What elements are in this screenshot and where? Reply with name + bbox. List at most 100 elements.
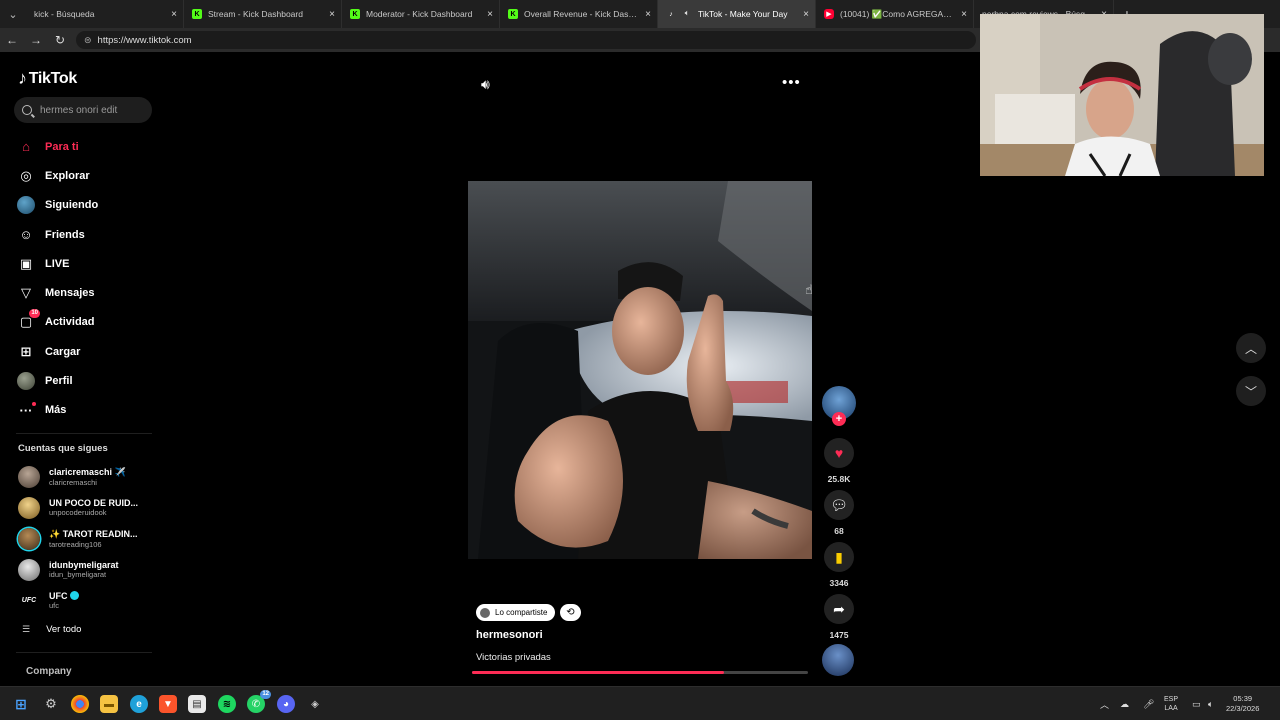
app-icon[interactable]: ◈ <box>306 695 324 713</box>
live-icon: ▣ <box>19 255 33 271</box>
previous-video-button[interactable]: ︿ <box>1236 333 1266 363</box>
tiktok-logo[interactable]: ♪ TikTok <box>18 68 77 89</box>
shared-pill[interactable]: Lo compartiste <box>476 604 556 621</box>
tiktok-note-icon: ♪ <box>18 68 27 88</box>
account-name-text: UFC <box>49 591 68 601</box>
close-tab-icon[interactable]: × <box>645 9 651 20</box>
music-disc-icon[interactable] <box>822 644 854 676</box>
tray-overflow-icon[interactable]: ︿ <box>1100 687 1109 720</box>
share-button[interactable]: ➦ 1475 <box>822 594 856 640</box>
logo-text: TikTok <box>28 69 78 87</box>
tab-title: Stream - Kick Dashboard <box>208 9 303 19</box>
store-icon[interactable]: ▤ <box>188 695 206 713</box>
following-account[interactable]: UFC UFC ufc <box>18 585 158 616</box>
repost-icon[interactable]: ⟲ <box>560 604 581 621</box>
volume-icon[interactable]: 🔈︎ <box>1208 687 1213 720</box>
home-icon: ⌂ <box>22 139 30 155</box>
following-account[interactable]: UN POCO DE RUID... unpocoderuidook <box>18 492 158 523</box>
divider <box>16 652 152 653</box>
save-button[interactable]: ▮ 3346 <box>822 542 856 588</box>
activity-badge: 10 <box>29 309 40 319</box>
network-icon[interactable]: ▭ <box>1192 687 1201 720</box>
browser-tab[interactable]: kick - Búsqueda × <box>26 0 184 28</box>
language-code: ESP <box>1164 696 1179 703</box>
clock[interactable]: 05:39 22/3/2026 <box>1226 694 1259 714</box>
nav-item-cargar[interactable]: ⊞ Cargar <box>16 337 156 366</box>
follow-plus-icon[interactable]: + <box>832 412 846 426</box>
nav-item-actividad[interactable]: ▢ 10 Actividad <box>16 308 156 337</box>
next-video-button[interactable]: ﹀ <box>1236 376 1266 406</box>
video-frame-image <box>468 181 812 559</box>
close-tab-icon[interactable]: × <box>803 9 809 20</box>
account-username: unpocoderuidook <box>49 508 107 517</box>
more-options-icon[interactable]: ••• <box>782 74 801 91</box>
nav-item-para-ti[interactable]: ⌂ Para ti <box>16 132 156 161</box>
save-count: 3346 <box>829 578 849 588</box>
see-all-link[interactable]: ☰ Ver todo <box>22 624 81 635</box>
spotify-icon[interactable]: ≋ <box>218 695 236 713</box>
nav-label: Explorar <box>45 169 90 182</box>
video-progress-bar[interactable] <box>472 671 808 674</box>
nav-label: Perfil <box>45 375 73 388</box>
chrome-icon[interactable] <box>71 695 89 713</box>
chevron-up-icon: ︿ <box>1244 341 1257 356</box>
nav-item-perfil[interactable]: Perfil <box>16 366 156 395</box>
comment-button[interactable]: 💬︎ 68 <box>822 490 856 536</box>
close-tab-icon[interactable]: × <box>171 9 177 20</box>
tab-list-menu-button[interactable]: ⌄ <box>0 0 26 28</box>
forward-button[interactable]: → <box>24 33 48 47</box>
speaker-icon[interactable]: 🔈︎ <box>682 9 692 19</box>
nav-item-live[interactable]: ▣ LIVE <box>16 249 156 278</box>
volume-icon[interactable]: 🔊︎ <box>481 76 490 93</box>
divider <box>16 433 152 434</box>
whatsapp-icon[interactable]: ✆ 12 <box>247 690 271 713</box>
file-explorer-icon[interactable]: ▬ <box>100 695 118 713</box>
close-tab-icon[interactable]: × <box>487 9 493 20</box>
input-language[interactable]: ESP LAA <box>1164 695 1178 713</box>
nav-item-siguiendo[interactable]: Siguiendo <box>16 191 156 220</box>
youtube-icon: ▶ <box>824 9 834 19</box>
tab-title: Moderator - Kick Dashboard <box>366 9 473 19</box>
edge-icon[interactable]: e <box>130 695 148 713</box>
close-tab-icon[interactable]: × <box>329 9 335 20</box>
nav-item-friends[interactable]: ☺ Friends <box>16 220 156 249</box>
list-icon: ☰ <box>22 624 31 634</box>
browser-tab[interactable]: K Moderator - Kick Dashboard × <box>342 0 500 28</box>
account-username: idun_bymeligarat <box>49 570 107 579</box>
video-player[interactable] <box>468 181 812 559</box>
url-field[interactable]: ⊜ https://www.tiktok.com <box>76 31 976 49</box>
kick-icon: K <box>508 9 518 19</box>
back-button[interactable]: ← <box>0 33 24 47</box>
brave-icon[interactable]: ▼ <box>159 695 177 713</box>
tiktok-icon: ♪ <box>669 10 673 18</box>
following-account[interactable]: claricremaschi ✈️ claricremaschi <box>18 461 158 492</box>
company-link[interactable]: Company <box>26 666 72 677</box>
discord-icon[interactable]: ◕ <box>277 695 295 713</box>
reload-button[interactable]: ↻ <box>48 33 72 47</box>
close-tab-icon[interactable]: × <box>961 9 967 20</box>
browser-tab[interactable]: K Overall Revenue - Kick Dashboard × <box>500 0 658 28</box>
compass-icon: ◎ <box>20 167 32 183</box>
onedrive-cloud-icon[interactable]: ☁ <box>1120 687 1129 720</box>
search-input[interactable]: hermes onori edit <box>14 97 152 123</box>
profile-avatar-icon <box>16 372 36 391</box>
like-button[interactable]: ♥ 25.8K <box>822 438 856 484</box>
windows-start-icon[interactable]: ⊞ <box>12 695 30 713</box>
browser-tab-active[interactable]: ♪ 🔈︎ TikTok - Make Your Day × <box>658 0 816 28</box>
nav-item-mas[interactable]: ··· Más <box>16 396 156 425</box>
settings-gear-icon[interactable]: ⚙ <box>42 695 60 713</box>
following-section-title: Cuentas que sigues <box>18 443 108 454</box>
nav-item-mensajes[interactable]: ▽ Mensajes <box>16 278 156 307</box>
activity-icon: ▢ 10 <box>19 309 40 330</box>
browser-tab[interactable]: ▶ (10041) ✅Como AGREGAR MOD × <box>816 0 974 28</box>
main-nav: ⌂ Para ti ◎ Explorar Siguiendo ☺ Friends ▣ L… <box>16 132 156 425</box>
microphone-icon[interactable]: 🎤︎ <box>1143 687 1154 720</box>
browser-tab[interactable]: K Stream - Kick Dashboard × <box>184 0 342 28</box>
following-account[interactable]: idunbymeligarat idun_bymeligarat <box>18 554 158 585</box>
nav-label: Mensajes <box>45 287 95 300</box>
following-account[interactable]: ✨ TAROT READIN... tarotreading106 <box>18 523 158 554</box>
video-author[interactable]: hermesonori <box>476 629 543 641</box>
see-all-label: Ver todo <box>46 624 82 635</box>
nav-item-explorar[interactable]: ◎ Explorar <box>16 161 156 190</box>
site-info-icon[interactable]: ⊜ <box>84 35 92 46</box>
